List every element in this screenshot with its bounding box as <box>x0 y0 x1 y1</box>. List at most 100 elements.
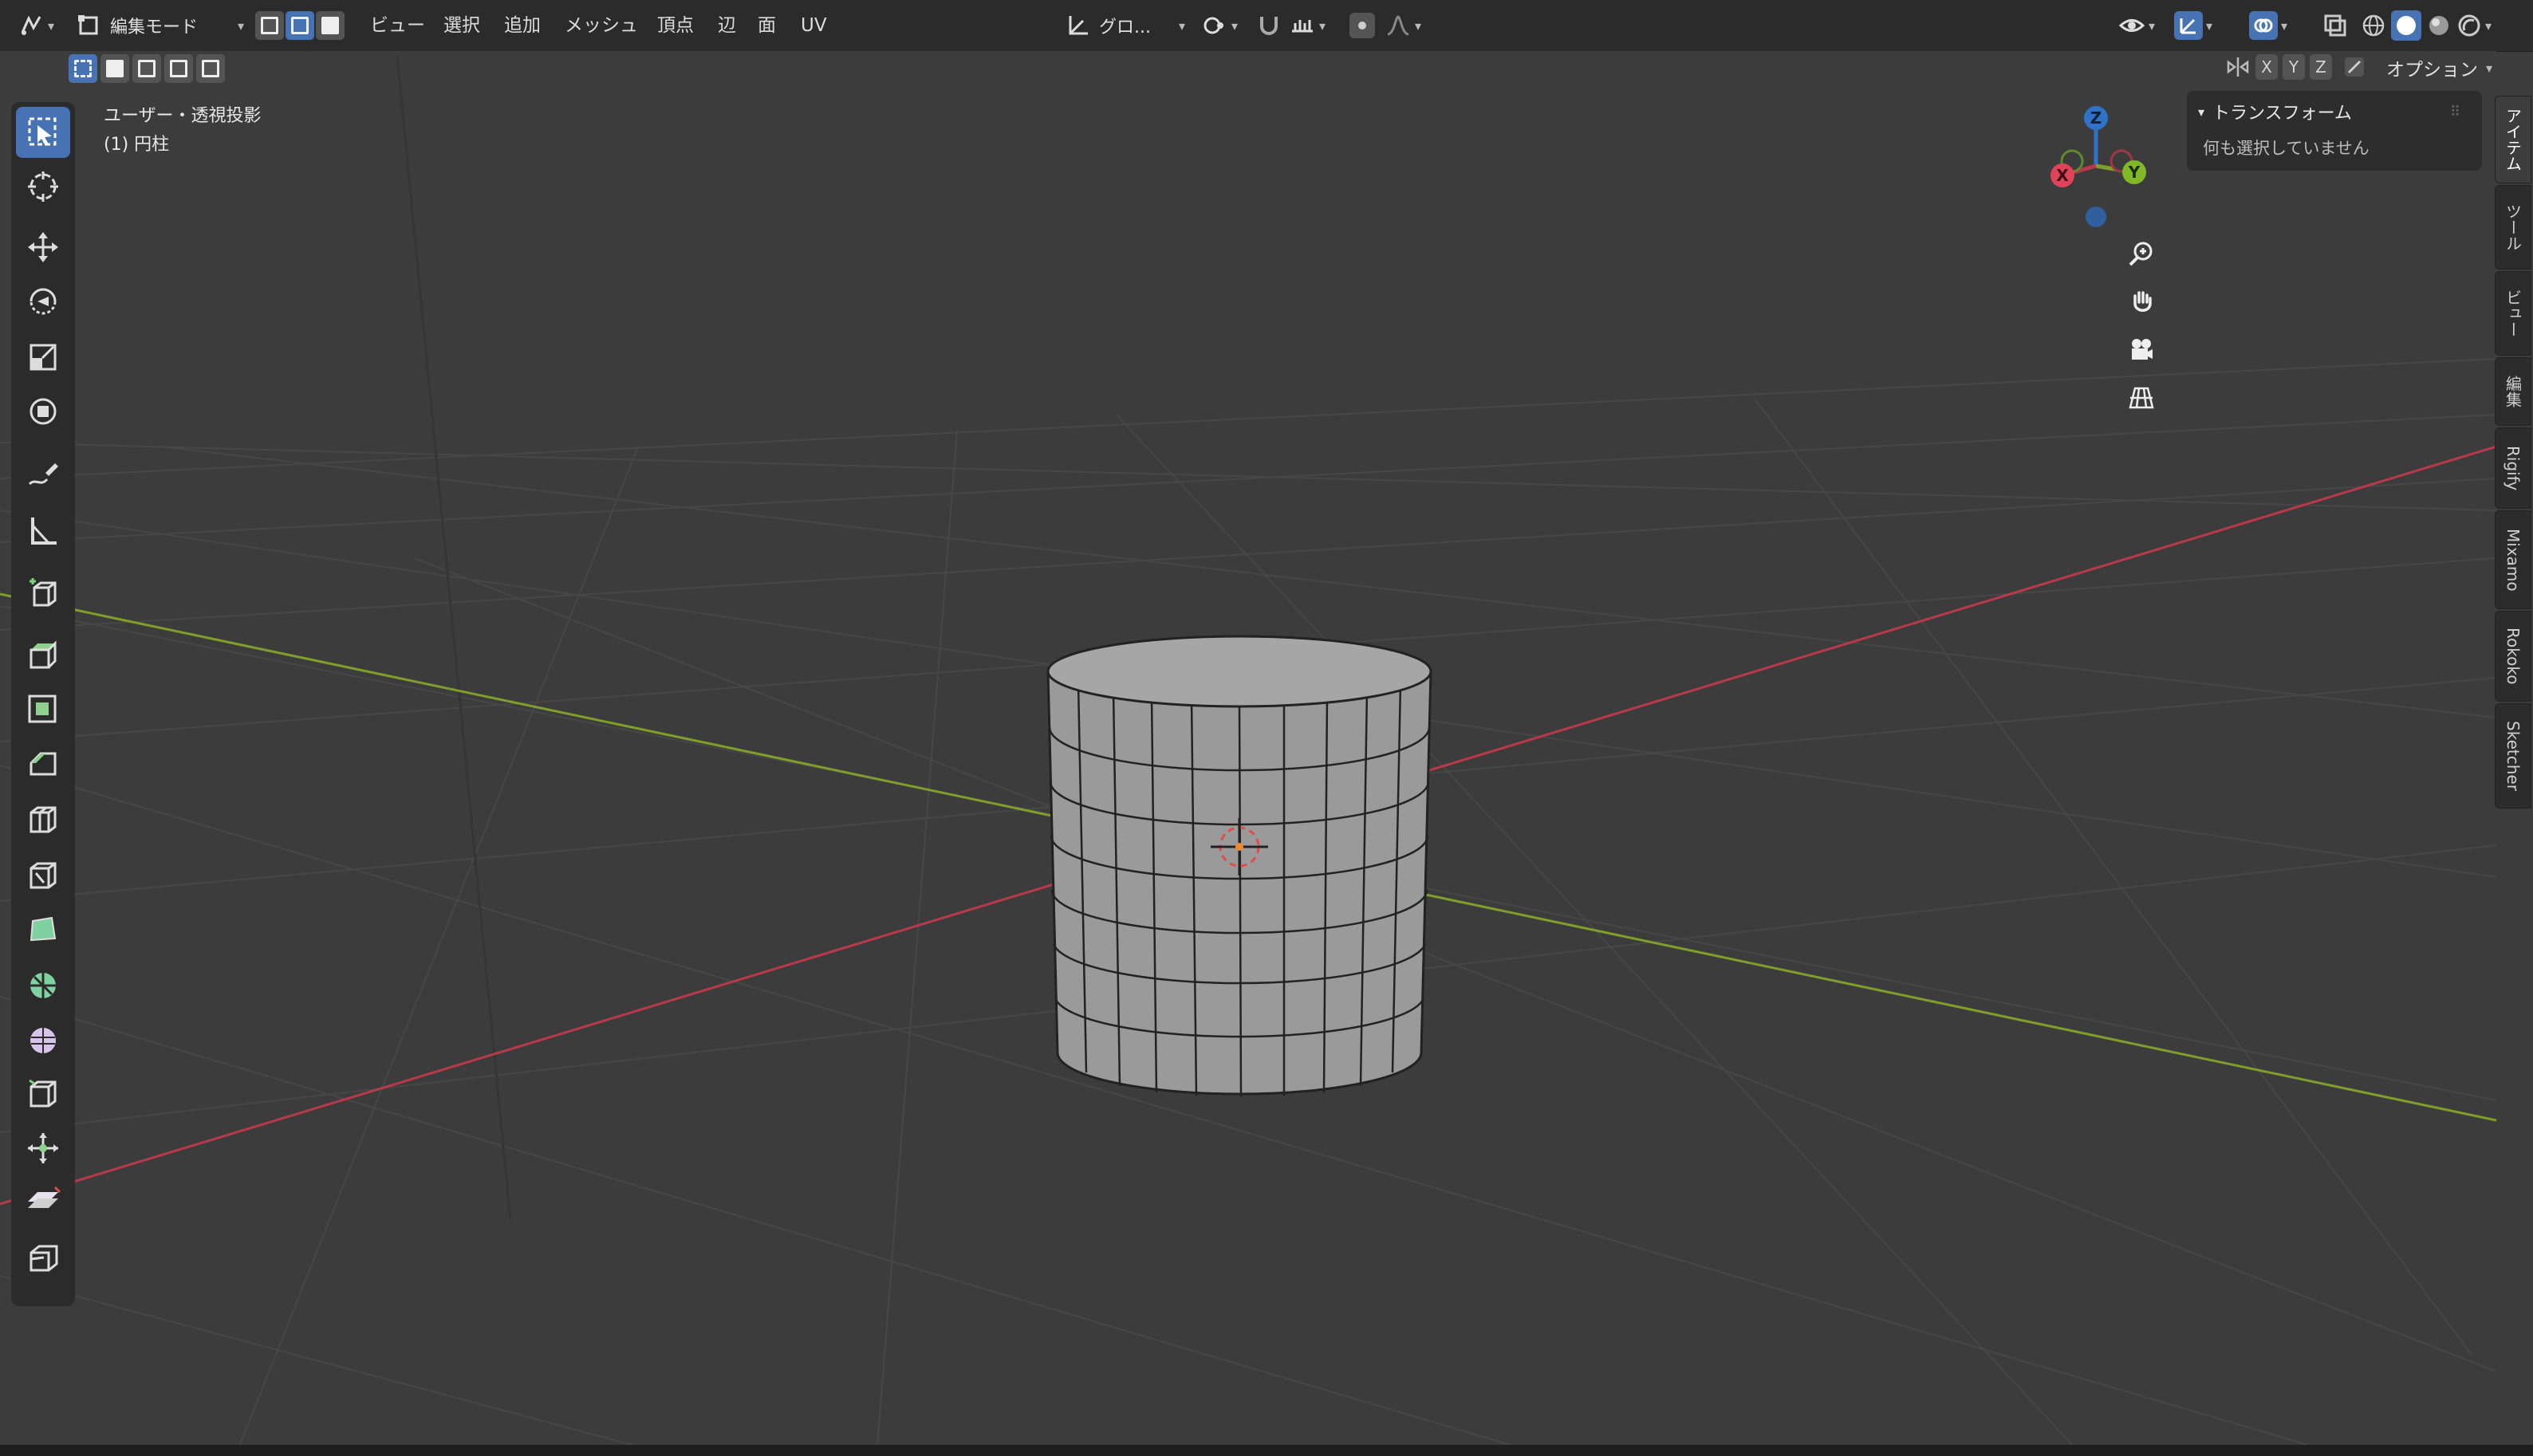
tab-rigify[interactable]: Rigify <box>2495 427 2531 509</box>
chevron-down-icon: ▾ <box>2149 18 2156 33</box>
select-invert-button[interactable] <box>164 54 193 83</box>
tab-tool[interactable]: ツール <box>2495 185 2531 270</box>
face-select-mode-button[interactable] <box>316 11 345 40</box>
camera-view-button[interactable] <box>2120 329 2163 372</box>
gizmo-neg-z[interactable] <box>2086 207 2106 227</box>
transform-panel-header[interactable]: ▾ トランスフォーム <box>2198 97 2352 126</box>
scale-tool[interactable] <box>16 332 70 383</box>
move-icon <box>28 232 58 262</box>
menu-mesh[interactable]: メッシュ <box>557 8 646 43</box>
select-subtract-button[interactable] <box>132 54 161 83</box>
knife-icon <box>30 862 57 889</box>
empty-selection-message: 何も選択していません <box>2203 139 2370 158</box>
tab-edit[interactable]: 編集 <box>2495 357 2531 426</box>
select-extend-button[interactable] <box>100 54 129 83</box>
transform-orientation-dropdown[interactable]: グロ... ▾ <box>1066 8 1185 43</box>
rip-region-tool[interactable] <box>16 1233 70 1284</box>
smooth-tool[interactable] <box>16 1014 70 1065</box>
extrude-tool[interactable] <box>16 628 70 679</box>
cursor-tool[interactable] <box>16 161 70 212</box>
annotate-tool[interactable] <box>16 450 70 501</box>
tab-rokoko[interactable]: Rokoko <box>2495 611 2531 702</box>
knife-tool[interactable] <box>16 850 70 901</box>
shrink-fatten-tool[interactable] <box>16 1123 70 1174</box>
proportional-icon <box>1349 13 1375 38</box>
select-intersect-button[interactable] <box>196 54 225 83</box>
inset-tool[interactable] <box>16 684 70 735</box>
smooth-icon <box>30 1028 56 1053</box>
falloff-dropdown[interactable]: ▾ <box>1385 8 1421 43</box>
rendered-sphere-icon <box>2458 14 2480 37</box>
add-cube-tool[interactable] <box>16 568 70 619</box>
cursor-icon <box>28 171 58 202</box>
snap-toggle[interactable] <box>1255 8 1282 43</box>
select-box-tool[interactable] <box>16 107 70 158</box>
shading-wireframe-button[interactable] <box>2361 8 2386 43</box>
menu-vertex[interactable]: 頂点 <box>649 8 702 43</box>
tab-view[interactable]: ビュー <box>2495 271 2531 356</box>
mirror-x-button[interactable]: X <box>2255 54 2278 80</box>
chevron-down-icon: ▾ <box>2198 104 2205 120</box>
bevel-tool[interactable] <box>16 738 70 789</box>
mirror-z-button[interactable]: Z <box>2310 54 2332 80</box>
options-dropdown[interactable]: オプション ▾ <box>2386 53 2492 83</box>
menu-add[interactable]: 追加 <box>496 8 549 43</box>
move-tool[interactable] <box>16 222 70 273</box>
measure-tool[interactable] <box>16 506 70 557</box>
menu-uv[interactable]: UV <box>793 8 835 43</box>
shading-rendered-button[interactable]: ▾ <box>2456 8 2492 43</box>
mode-dropdown[interactable]: 編集モード ▾ <box>77 8 244 43</box>
shading-solid-button[interactable] <box>2391 8 2421 43</box>
tab-sketcher[interactable]: Sketcher <box>2495 703 2531 809</box>
snap-target-dropdown[interactable]: ▾ <box>1289 8 1326 43</box>
edge-select-mode-button[interactable] <box>286 11 314 40</box>
transform-tool[interactable] <box>16 386 70 437</box>
menu-select[interactable]: 選択 <box>435 8 488 43</box>
editor-type-icon <box>21 15 41 35</box>
bottom-border <box>0 1445 2533 1456</box>
chevron-down-icon: ▾ <box>1231 18 1239 33</box>
tool-settings-bar: X Y Z オプション ▾ <box>0 51 2533 86</box>
pivot-point-dropdown[interactable]: ▾ <box>1201 8 1238 43</box>
gizmo-y-label: Y <box>2128 163 2141 182</box>
chevron-down-icon: ▾ <box>2486 60 2493 76</box>
sidebar-tabs: アイテム ツール ビュー 編集 Rigify Mixamo Rokoko Ske… <box>2495 96 2531 813</box>
loop-cut-tool[interactable] <box>16 794 70 845</box>
spin-icon <box>30 973 56 998</box>
rotate-tool[interactable] <box>16 276 70 327</box>
pan-button[interactable] <box>2120 281 2163 324</box>
eye-icon <box>2118 19 2145 32</box>
tab-item[interactable]: アイテム <box>2495 96 2531 183</box>
loop-cut-icon <box>30 806 57 833</box>
menu-face[interactable]: 面 <box>750 8 784 43</box>
options-label: オプション <box>2386 60 2478 81</box>
editor-type-button[interactable]: ▾ <box>18 8 54 43</box>
drag-handle-icon[interactable]: ⠿ <box>2450 104 2461 120</box>
shear-tool[interactable] <box>16 1177 70 1228</box>
proportional-editing-toggle[interactable] <box>1349 8 1375 43</box>
perspective-toggle-button[interactable] <box>2120 376 2163 419</box>
gizmo-toggle[interactable]: ▾ <box>2174 8 2212 43</box>
select-new-button[interactable] <box>69 54 97 83</box>
poly-build-tool[interactable] <box>16 904 70 955</box>
navigation-gizmo[interactable]: Z Y X <box>2026 96 2169 239</box>
mirror-y-button[interactable]: Y <box>2283 54 2305 80</box>
menu-view[interactable]: ビュー <box>362 8 433 43</box>
xray-toggle[interactable] <box>2322 8 2348 43</box>
zoom-button[interactable] <box>2120 233 2163 276</box>
chevron-down-icon: ▾ <box>2206 18 2213 33</box>
overlays-toggle[interactable]: ▾ <box>2249 8 2287 43</box>
hand-icon <box>2133 291 2152 312</box>
visibility-dropdown[interactable]: ▾ <box>2118 8 2155 43</box>
shading-material-button[interactable] <box>2426 8 2452 43</box>
tab-mixamo[interactable]: Mixamo <box>2495 510 2531 609</box>
pencil-icon <box>28 463 58 486</box>
select-mode-group[interactable] <box>69 54 225 83</box>
menu-edge[interactable]: 辺 <box>710 8 744 43</box>
edge-slide-tool[interactable] <box>16 1068 70 1120</box>
scale-icon <box>30 344 57 371</box>
wireframe-sphere-icon <box>2362 14 2385 37</box>
auto-merge-icon[interactable] <box>2342 54 2367 80</box>
spin-tool[interactable] <box>16 960 70 1011</box>
vertex-select-mode-button[interactable] <box>255 11 284 40</box>
